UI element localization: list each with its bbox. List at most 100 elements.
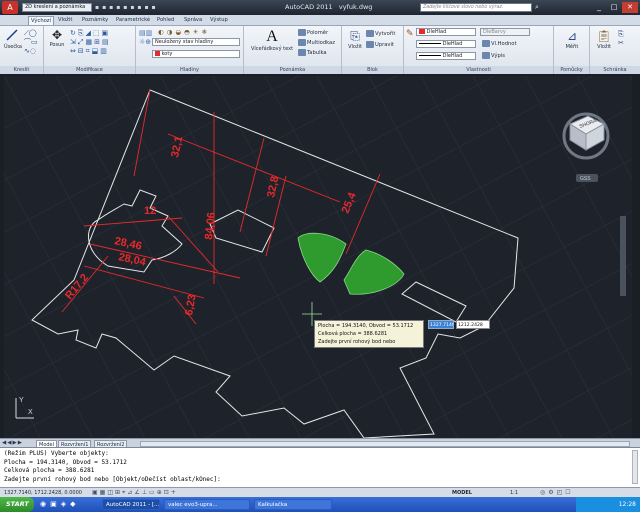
panel-draw: Úsečka ⟋◯ ⌒▭ ∿◌ Kreslit <box>0 26 44 74</box>
text-icon: A <box>266 28 278 45</box>
layout-nav-arrows[interactable]: ◀◀▶▶ <box>2 440 23 446</box>
panel-label-layers: Hladiny <box>136 66 243 74</box>
line-icon <box>6 29 18 41</box>
move-icon: ✥ <box>51 28 63 42</box>
line-button[interactable]: Úsečka <box>4 28 22 56</box>
tab-manage[interactable]: Správa <box>182 16 204 25</box>
panel-label-block: Blok <box>342 66 403 74</box>
drawing-svg[interactable]: 32,1 32,8 25,4 84,06 12 28,46 28,04 R17,… <box>4 76 632 439</box>
close-button[interactable]: ✕ <box>622 2 638 13</box>
app-menu-button[interactable]: A <box>2 1 18 14</box>
tab-annotate[interactable]: Poznámky <box>80 16 110 25</box>
svg-text:Y: Y <box>19 397 24 404</box>
taskbar-autocad[interactable]: AutoCAD 2011 - [... <box>102 499 160 510</box>
current-layer-dropdown[interactable]: koty <box>152 50 240 58</box>
command-history-line: (Režim PLUS) Vyberte objekty: <box>4 450 109 457</box>
list-button[interactable]: Výpis <box>482 52 505 60</box>
table-icon <box>298 49 306 56</box>
plot-style-dropdown[interactable]: DleBarvy <box>480 28 530 36</box>
layer-state-dropdown[interactable]: Neuložený stav hladiny <box>152 38 240 46</box>
clipboard-icon: 📋︎ <box>596 29 612 43</box>
create-block-button[interactable]: Vytvořit <box>366 30 395 38</box>
tooltip-total-line: Celková plocha = 388.6281 <box>318 331 388 337</box>
clock: 12:28 <box>618 501 636 508</box>
radius-dimension-button[interactable]: Poloměr <box>298 29 328 37</box>
system-tray: 12:28 <box>576 497 640 512</box>
panel-label-draw: Kreslit <box>0 66 43 74</box>
tab-home[interactable]: Výchozí <box>28 16 54 25</box>
layout-tab-bar: ◀◀▶▶ Model Rozvržení1 Rozvržení2 <box>0 438 640 448</box>
dynamic-input-tooltip: Plocha = 194.3140, Obvod = 53.1712 Celko… <box>314 320 424 348</box>
quick-launch[interactable]: ◉▣◈◆ <box>40 500 80 508</box>
search-icon[interactable]: ⌕ <box>535 3 544 12</box>
start-button[interactable]: START <box>0 497 34 512</box>
panel-clipboard: 📋︎ Vložit ⎘ ✂ Schránka <box>590 26 640 74</box>
drawing-canvas[interactable]: 32,1 32,8 25,4 84,06 12 28,46 28,04 R17,… <box>4 76 632 439</box>
paste-button[interactable]: 📋︎ Vložit <box>594 28 614 51</box>
y-coordinate-input[interactable]: 1212.2428 <box>456 320 490 329</box>
panel-label-clipboard: Schránka <box>590 66 640 74</box>
match-icon <box>482 40 490 47</box>
table-button[interactable]: Tabulka <box>298 49 327 57</box>
minimize-button[interactable]: _ <box>592 2 606 13</box>
modify-tools-grid[interactable]: ↻⎘◢⬚▣ ⇲⤢▦⊞▤ ⇔⊟⌗⬓▥ <box>70 29 134 57</box>
panel-block: ⎘ Vložit Vytvořit Upravit Blok <box>342 26 404 74</box>
command-prompt[interactable]: Zadejte první rohový bod nebo [Objekt/oD… <box>4 476 636 485</box>
command-history-line: Celková plocha = 388.6281 <box>4 467 95 474</box>
app-title: AutoCAD 2011 <box>285 3 333 11</box>
title-bar: A 2D kreslení a poznámka ▪▪▪▪▪▪▪▪▪ AutoC… <box>0 0 640 15</box>
insert-block-button[interactable]: ⎘ Vložit <box>345 28 365 51</box>
measure-button[interactable]: ⊿ Měřit <box>558 28 586 51</box>
panel-properties: ✎ DleHlad DleHlad DleHlad DleBarvy Vl.Ho… <box>404 26 554 74</box>
panel-annotation: A Víceřádkový text Poloměr Multiodkaz Ta… <box>244 26 342 74</box>
multileader-button[interactable]: Multiodkaz <box>298 39 335 47</box>
lineweight-dropdown[interactable]: DleHlad <box>416 52 476 60</box>
panel-label-utilities: Pomůcky <box>554 66 589 74</box>
x-coordinate-input[interactable]: 1327.7140 <box>428 320 454 329</box>
panel-modify: ✥ Posun ↻⎘◢⬚▣ ⇲⤢▦⊞▤ ⇔⊟⌗⬓▥ Modifikace <box>44 26 136 74</box>
maximize-button[interactable]: □ <box>607 2 621 13</box>
create-block-icon <box>366 30 374 37</box>
match-button[interactable]: Vl.Hodnot <box>482 40 517 48</box>
linetype-dropdown[interactable]: DleHlad <box>416 40 476 48</box>
color-swatch <box>419 29 425 34</box>
tab-output[interactable]: Výstup <box>208 16 230 25</box>
multiline-text-button[interactable]: A Víceřádkový text <box>248 28 296 53</box>
vertical-scrollbar[interactable] <box>620 216 626 296</box>
edit-block-icon <box>366 41 374 48</box>
workspace-dropdown[interactable]: 2D kreslení a poznámka <box>22 3 92 12</box>
draw-tools-grid[interactable]: ⟋◯ ⌒▭ ∿◌ <box>24 29 42 57</box>
layer-tools-row[interactable]: ◐◑◒◓☀❄ <box>158 28 210 36</box>
move-button[interactable]: ✥ Posun <box>48 28 66 56</box>
svg-text:X: X <box>28 409 33 416</box>
status-bar: 1327.7140, 1712.2428, 0.0000 ▣▦◫⊞⌖⊿∠⊥▭⊕⊡… <box>0 487 640 497</box>
copy-cut-buttons[interactable]: ⎘ ✂ <box>618 30 624 48</box>
command-line[interactable]: (Režim PLUS) Vyberte objekty: Plocha = 1… <box>0 447 640 487</box>
windows-taskbar: START ◉▣◈◆ AutoCAD 2011 - [... valec evo… <box>0 497 640 512</box>
measure-icon: ⊿ <box>566 29 578 43</box>
panel-utilities: ⊿ Měřit Pomůcky <box>554 26 590 74</box>
layer-properties-button[interactable]: ▤▥ ☼⊕ <box>139 29 152 47</box>
taskbar-valec[interactable]: valec evo3-upra... <box>164 499 250 510</box>
document-title: vyfuk.dwg <box>338 3 373 11</box>
color-dropdown[interactable]: DleHlad <box>416 28 476 36</box>
tooltip-area-line: Plocha = 194.3140, Obvod = 53.1712 <box>318 323 414 329</box>
panel-layers: ▤▥ ☼⊕ Neuložený stav hladiny koty ◐◑◒◓☀❄ … <box>136 26 244 74</box>
tab-parametric[interactable]: Parametrické <box>114 16 152 25</box>
command-scrollbar[interactable] <box>632 450 638 484</box>
panel-label-annotation: Poznámka <box>244 66 341 74</box>
quick-access-toolbar[interactable]: ▪▪▪▪▪▪▪▪▪ <box>95 3 215 12</box>
radius-icon <box>298 29 306 36</box>
taskbar-calculator[interactable]: Kalkulačka <box>254 499 332 510</box>
tab-insert[interactable]: Vložit <box>56 16 74 25</box>
tab-view[interactable]: Pohled <box>155 16 176 25</box>
edit-block-button[interactable]: Upravit <box>366 41 394 49</box>
search-input[interactable]: Zadejte klíčové slovo nebo výraz. <box>420 3 532 12</box>
ribbon: Úsečka ⟋◯ ⌒▭ ∿◌ Kreslit ✥ Posun ↻⎘◢⬚▣ ⇲⤢▦⊞▤… <box>0 26 640 74</box>
lineweight-preview <box>419 55 441 56</box>
match-properties-button[interactable]: ✎ <box>406 29 414 39</box>
command-history-line: Plocha = 194.3140, Obvod = 53.1712 <box>4 458 127 466</box>
list-icon <box>482 52 490 59</box>
layer-color-swatch <box>155 51 160 56</box>
insert-block-icon: ⎘ <box>350 29 360 43</box>
